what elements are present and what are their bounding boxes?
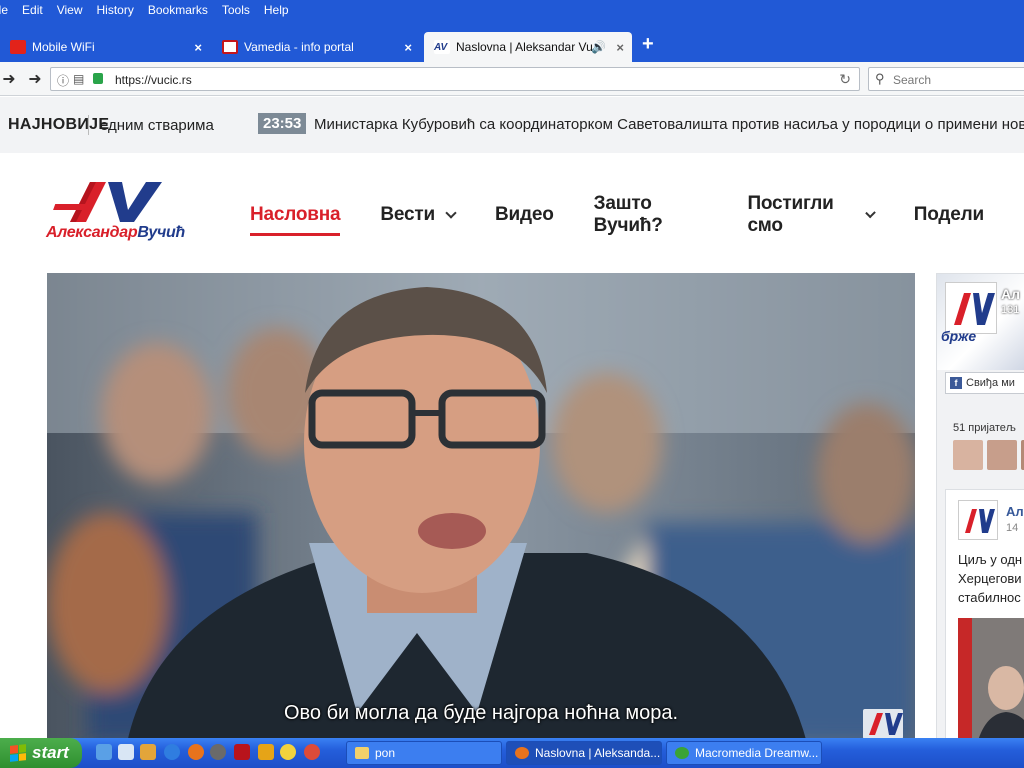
app-icon[interactable]	[234, 744, 250, 760]
ticker-previous-item[interactable]: едним стварима	[100, 117, 214, 134]
url-text[interactable]: https://vucic.rs	[115, 73, 192, 87]
facebook-page-widget: Ал 131 брже f Свиђа ми 51 пријатељ Ал 14…	[936, 273, 1024, 743]
facebook-icon: f	[950, 377, 962, 389]
avatar[interactable]	[987, 440, 1017, 470]
windows-flag-icon	[10, 744, 26, 762]
site-logo[interactable]: АлександарВучић	[46, 180, 211, 246]
ticker-time-badge: 23:53	[258, 113, 307, 134]
video-frame-image	[47, 273, 915, 743]
facebook-followers: 131	[1001, 304, 1020, 316]
facebook-post: Ал 14 Циљ у одн Херцегови стабилнос	[945, 489, 1024, 742]
av-icon: AV	[434, 40, 450, 54]
post-author[interactable]: Ал	[1006, 504, 1024, 519]
facebook-page-name[interactable]: Ал	[1001, 286, 1020, 302]
tab-title: Vamedia - info portal	[244, 40, 354, 54]
post-text: Циљ у одн Херцегови стабилнос	[958, 552, 1023, 605]
winamp-icon[interactable]	[258, 744, 274, 760]
huawei-icon	[10, 40, 26, 54]
ticker-separator	[88, 115, 89, 135]
ticker-label: НАЈНОВИЈЕ	[8, 116, 110, 133]
facebook-page-avatar[interactable]	[945, 282, 997, 334]
hero-video[interactable]: Ово би могла да буде најгора ноћна мора.	[47, 273, 915, 743]
nav-item-vesti[interactable]: Вести	[380, 200, 457, 230]
menu-history[interactable]: History	[97, 3, 134, 17]
windows-taskbar: start pon Naslovna | Aleksanda... Macrom…	[0, 738, 1024, 768]
friend-avatars	[953, 440, 1024, 470]
chevron-down-icon	[864, 207, 876, 218]
media-player-icon[interactable]	[280, 744, 296, 760]
video-watermark-logo	[863, 709, 903, 739]
notepad-icon[interactable]	[118, 744, 134, 760]
tab-strip: Mobile WiFi × Vamedia - info portal × AV…	[0, 20, 1024, 62]
menu-bookmarks[interactable]: Bookmarks	[148, 3, 208, 17]
lock-icon[interactable]	[93, 73, 103, 84]
video-subtitle: Ово би могла да буде најгора ноћна мора.	[283, 702, 679, 724]
tab-mobile-wifi[interactable]: Mobile WiFi ×	[0, 32, 210, 62]
firefox-icon[interactable]	[188, 744, 204, 760]
internet-explorer-icon[interactable]	[164, 744, 180, 760]
main-navigation: Насловна Вести Видео Зашто Вучић? Постиг…	[250, 193, 1024, 236]
permissions-icon[interactable]: ▤	[73, 72, 84, 86]
explorer-icon[interactable]	[140, 744, 156, 760]
folder-icon	[355, 747, 369, 759]
url-bar[interactable]: ⓘ ▤ https://vucic.rs ↻	[50, 67, 860, 91]
menu-view[interactable]: View	[57, 3, 83, 17]
chevron-down-icon	[445, 206, 457, 219]
post-date[interactable]: 14	[1006, 522, 1018, 534]
taskbar-item-firefox[interactable]: Naslovna | Aleksanda...	[506, 741, 662, 765]
av-logo-icon	[53, 182, 162, 222]
tab-title: Naslovna | Aleksandar Vu...	[456, 40, 603, 54]
info-icon[interactable]: ⓘ	[57, 72, 69, 89]
vamedia-icon	[222, 40, 238, 54]
firefox-icon	[515, 747, 529, 759]
chrome-icon[interactable]	[304, 744, 320, 760]
news-ticker: НАЈНОВИЈЕ едним стварима 23:53 Министарк…	[0, 97, 1024, 153]
taskbar-item-dreamweaver[interactable]: Macromedia Dreamw...	[666, 741, 822, 765]
ticker-headline[interactable]: Министарка Кубуровић са координаторком С…	[314, 116, 1024, 133]
close-icon[interactable]: ×	[194, 40, 202, 55]
tab-naslovna[interactable]: AV Naslovna | Aleksandar Vu... 🔊 ×	[424, 32, 632, 62]
nav-item-podeli[interactable]: Подели	[914, 200, 984, 230]
forward-arrow-icon[interactable]: ➜	[24, 68, 46, 90]
reload-icon[interactable]: ↻	[839, 71, 851, 88]
start-button[interactable]: start	[0, 738, 82, 768]
tab-title: Mobile WiFi	[32, 40, 95, 54]
nav-item-video[interactable]: Видео	[495, 200, 554, 230]
desktop-icon[interactable]	[96, 744, 112, 760]
close-icon[interactable]: ×	[404, 40, 412, 55]
back-arrow-icon[interactable]: ➜	[0, 68, 20, 90]
cover-slogan: брже	[941, 328, 977, 344]
menu-bar: ile Edit View History Bookmarks Tools He…	[0, 0, 1024, 20]
close-icon[interactable]: ×	[616, 40, 624, 55]
taskbar-item-pon[interactable]: pon	[346, 741, 502, 765]
navigation-toolbar: ➜ ➜ ⓘ ▤ https://vucic.rs ↻ ⚲ Search	[0, 62, 1024, 96]
post-image[interactable]	[958, 618, 1024, 742]
menu-file[interactable]: ile	[0, 3, 8, 17]
menu-help[interactable]: Help	[264, 3, 289, 17]
speaker-icon[interactable]: 🔊	[591, 40, 606, 54]
new-tab-icon[interactable]: +	[642, 33, 654, 56]
nav-item-zasto-vucic[interactable]: Зашто Вучић?	[594, 193, 708, 236]
facebook-like-button[interactable]: f Свиђа ми	[945, 372, 1024, 394]
search-icon: ⚲	[875, 71, 885, 86]
tab-vamedia[interactable]: Vamedia - info portal ×	[212, 32, 420, 62]
nav-item-postigli-smo[interactable]: Постигли смо	[747, 193, 876, 236]
avatar[interactable]	[953, 440, 983, 470]
post-avatar[interactable]	[958, 500, 998, 540]
menu-edit[interactable]: Edit	[22, 3, 43, 17]
search-placeholder: Search	[893, 73, 932, 87]
nav-item-naslovna[interactable]: Насловна	[250, 200, 341, 236]
dreamweaver-icon	[675, 747, 689, 759]
facebook-cover-image[interactable]: Ал 131 брже	[937, 274, 1024, 370]
logo-text: АлександарВучић	[46, 224, 185, 241]
friends-count: 51 пријатељ	[953, 422, 1016, 434]
settings-icon[interactable]	[210, 744, 226, 760]
search-box[interactable]: ⚲ Search	[868, 67, 1024, 91]
menu-tools[interactable]: Tools	[222, 3, 250, 17]
